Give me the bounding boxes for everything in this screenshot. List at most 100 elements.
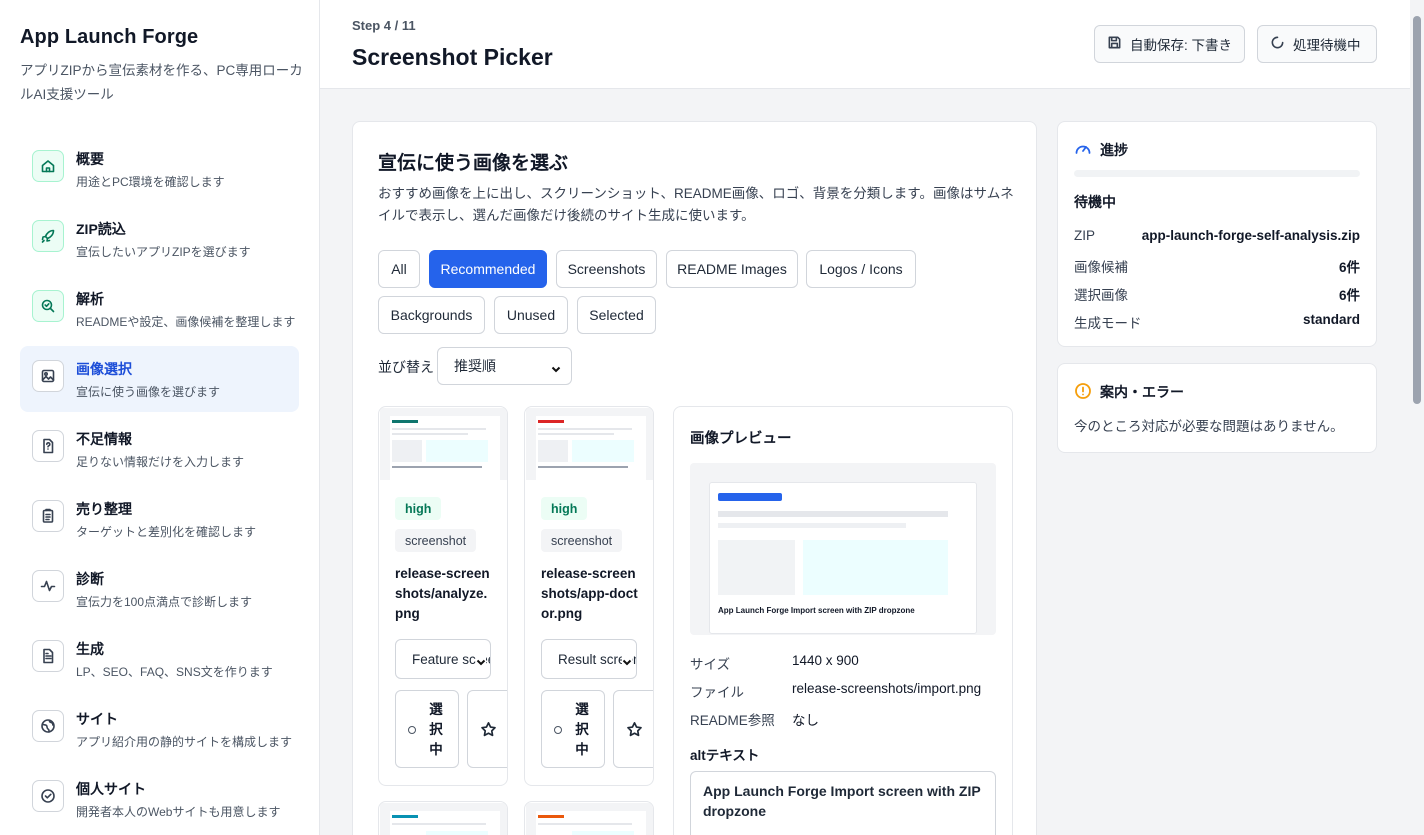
globe-icon [32, 710, 64, 742]
gauge-icon [1074, 140, 1092, 158]
document-icon [32, 640, 64, 672]
image-card[interactable] [378, 801, 508, 835]
page-header: Step 4 / 11 Screenshot Picker 自動保存: 下書き … [320, 0, 1410, 89]
nav-desc: アプリ紹介用の静的サイトを構成します [76, 735, 293, 749]
nav-desc: 足りない情報だけを入力します [76, 455, 245, 469]
nav-desc: 開発者本人のWebサイトも用意します [76, 805, 281, 819]
image-card[interactable]: high screenshot release-screenshots/anal… [378, 406, 508, 786]
alt-text-label: altテキスト [690, 748, 760, 763]
select-label: 選択中 [575, 702, 589, 757]
thumbnail [380, 408, 507, 480]
filter-all[interactable]: All [378, 250, 420, 288]
candidate-count-value: 6件 [1338, 260, 1360, 275]
nav-label: 画像選択 [76, 361, 132, 377]
nav-item-analysis[interactable]: 解析 READMEや設定、画像候補を整理します [20, 276, 299, 342]
mode-label: 生成モード [1074, 316, 1142, 331]
nav-desc: 用途とPC環境を確認します [76, 175, 225, 189]
thumb-accent [392, 815, 418, 818]
favorite-button[interactable] [467, 690, 507, 768]
nav-label: 診断 [76, 571, 104, 587]
nav-label: ZIP読込 [76, 221, 126, 237]
filter-readme-images[interactable]: README Images [666, 250, 798, 288]
sort-select[interactable]: 推奨順 [437, 347, 572, 385]
filter-selected[interactable]: Selected [577, 296, 656, 334]
nav-label: 個人サイト [76, 781, 146, 797]
nav-desc: 宣伝に使う画像を選びます [76, 385, 221, 399]
candidate-count-label: 画像候補 [1074, 260, 1128, 275]
file-label: ファイル [690, 685, 744, 700]
step-nav: 概要 用途とPC環境を確認します ZIP読込 宣伝したいアプリZIPを選びます … [20, 136, 299, 835]
filter-unused[interactable]: Unused [494, 296, 568, 334]
image-card[interactable]: high screenshot release-screenshots/app-… [524, 406, 654, 786]
select-toggle-button[interactable]: 選択中 [395, 690, 459, 768]
filter-recommended[interactable]: Recommended [429, 250, 547, 288]
nav-item-generate[interactable]: 生成 LP、SEO、FAQ、SNS文を作ります [20, 626, 299, 692]
select-toggle-button[interactable]: 選択中 [541, 690, 605, 768]
nav-label: サイト [76, 711, 118, 727]
zip-value: app-launch-forge-self-analysis.zip [1141, 228, 1360, 243]
nav-item-image-select[interactable]: 画像選択 宣伝に使う画像を選びます [20, 346, 299, 412]
progress-panel: 進捗 待機中 ZIP app-launch-forge-self-analysi… [1057, 121, 1377, 347]
priority-badge: high [541, 497, 588, 520]
nav-item-overview[interactable]: 概要 用途とPC環境を確認します [20, 136, 299, 202]
page-scrollbar[interactable] [1410, 0, 1424, 835]
image-preview-panel: 画像プレビュー App Launch Forge Import screen w… [673, 406, 1013, 835]
filter-backgrounds[interactable]: Backgrounds [378, 296, 485, 334]
image-picker-card: 宣伝に使う画像を選ぶ おすすめ画像を上に出し、スクリーンショット、README画… [352, 121, 1037, 835]
filter-screenshots[interactable]: Screenshots [556, 250, 657, 288]
nav-item-diagnosis[interactable]: 診断 宣伝力を100点満点で診断します [20, 556, 299, 622]
role-select[interactable]: Result screenshot [541, 639, 637, 679]
selected-dot-icon [408, 726, 416, 734]
step-indicator: Step 4 / 11 [352, 18, 416, 33]
app-subtitle: アプリZIPから宣伝素材を作る、PC専用ローカルAI支援ツール [20, 63, 303, 102]
pulse-icon [32, 570, 64, 602]
sort-label: 並び替え [378, 359, 434, 375]
rocket-icon [32, 220, 64, 252]
role-select[interactable]: Feature screenshot [395, 639, 491, 679]
nav-item-missing-info[interactable]: 不足情報 足りない情報だけを入力します [20, 416, 299, 482]
nav-item-selling-points[interactable]: 売り整理 ターゲットと差別化を確認します [20, 486, 299, 552]
loading-spinner-icon [1270, 35, 1285, 53]
chevron-down-icon [476, 655, 486, 666]
nav-desc: ターゲットと差別化を確認します [76, 525, 257, 539]
priority-badge: high [395, 497, 442, 520]
nav-item-site[interactable]: サイト アプリ紹介用の静的サイトを構成します [20, 696, 299, 762]
chevron-down-icon [622, 655, 632, 666]
nav-label: 解析 [76, 291, 104, 307]
processing-status-button[interactable]: 処理待機中 [1257, 25, 1377, 63]
image-card[interactable] [524, 801, 654, 835]
selected-count-value: 6件 [1338, 288, 1360, 303]
clipboard-icon [32, 500, 64, 532]
nav-item-zip-import[interactable]: ZIP読込 宣伝したいアプリZIPを選びます [20, 206, 299, 272]
readme-value: なし [792, 713, 819, 728]
info-title: 案内・エラー [1100, 384, 1184, 400]
filter-logos-icons[interactable]: Logos / Icons [806, 250, 916, 288]
home-icon [32, 150, 64, 182]
selected-count-label: 選択画像 [1074, 288, 1128, 303]
thumbnail [526, 803, 653, 835]
selected-dot-icon [554, 726, 562, 734]
favorite-button[interactable] [613, 690, 653, 768]
readme-label: README参照 [690, 713, 775, 728]
autosave-button[interactable]: 自動保存: 下書き [1094, 25, 1245, 63]
thumbnail [380, 803, 507, 835]
sort-value: 推奨順 [454, 358, 496, 374]
size-value: 1440 x 900 [792, 653, 859, 668]
preview-image: App Launch Forge Import screen with ZIP … [690, 463, 996, 635]
sidebar: App Launch Forge アプリZIPから宣伝素材を作る、PC専用ローカ… [0, 0, 320, 835]
autosave-label: 自動保存: 下書き [1130, 38, 1233, 53]
question-icon [32, 430, 64, 462]
chevron-down-icon [551, 361, 561, 373]
preview-title: 画像プレビュー [690, 431, 792, 447]
nav-desc: 宣伝力を100点満点で診断します [76, 595, 253, 609]
image-icon [32, 360, 64, 392]
mode-value: standard [1302, 312, 1360, 327]
alt-text-input[interactable]: App Launch Forge Import screen with ZIP … [690, 771, 996, 835]
thumbnail [526, 408, 653, 480]
preview-caption: App Launch Forge Import screen with ZIP … [718, 606, 915, 615]
nav-item-personal-site[interactable]: 個人サイト 開発者本人のWebサイトも用意します [20, 766, 299, 832]
scrollbar-thumb[interactable] [1413, 16, 1421, 404]
nav-desc: READMEや設定、画像候補を整理します [76, 315, 296, 329]
alert-circle-icon [1074, 382, 1092, 400]
processing-status-label: 処理待機中 [1293, 38, 1361, 53]
